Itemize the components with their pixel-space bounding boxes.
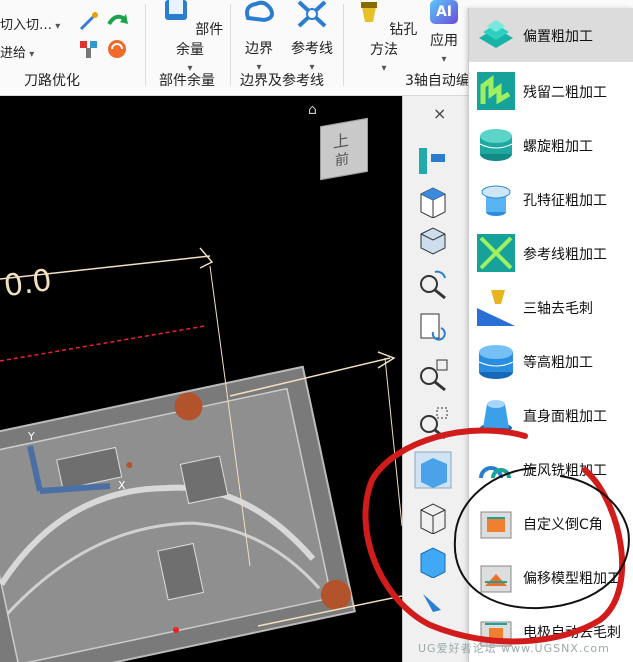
cut-in-item[interactable]: 切入切… ▾: [0, 14, 60, 33]
menu-item-custom-chamfer[interactable]: 自定义倒C角: [469, 496, 633, 550]
roughing-strategy-dropdown: 偏置粗加工 残留二粗加工 螺旋粗加工 孔特征粗加工 参考线粗加工 三轴去毛刺 等…: [468, 8, 633, 662]
divider: [145, 4, 146, 86]
rotate-zoom-icon[interactable]: [415, 266, 449, 300]
parts-remaining-icon: [164, 0, 187, 20]
pin-icon[interactable]: [415, 590, 449, 624]
spiral-rough-icon: [479, 129, 513, 161]
watermark: UG爱好者论坛 www.UGSNX.com: [418, 642, 610, 655]
divider: [230, 4, 231, 86]
dimension-label: 0.0: [1, 262, 54, 305]
arrow-curve-icon[interactable]: [106, 10, 130, 32]
parts-remaining-button[interactable]: 部件余量 ▾: [156, 0, 224, 75]
menu-item-3axis-deburr[interactable]: 三轴去毛刺: [469, 280, 633, 334]
hole-feature-icon: [481, 185, 511, 216]
menu-item-rest-rough[interactable]: 残留二粗加工: [469, 64, 633, 118]
divider: [343, 4, 344, 86]
menu-item-refline-rough[interactable]: 参考线粗加工: [469, 226, 633, 280]
reference-line-icon: [297, 0, 327, 28]
drill-icon: [360, 2, 377, 22]
group-label-parts-remaining: 部件余量: [159, 73, 215, 89]
graphics-viewport[interactable]: 0.0 Y X ⌂ 上 前: [0, 96, 402, 662]
apply-button[interactable]: AI 应用 ▾: [424, 0, 464, 66]
menu-item-offset-model-rough[interactable]: 偏移模型粗加工: [469, 550, 633, 604]
close-icon[interactable]: ×: [433, 104, 446, 123]
tool-holder-icon[interactable]: [78, 38, 100, 60]
group-label-toolpath-opt: 刀路优化: [24, 73, 80, 89]
menu-item-zlevel-rough[interactable]: 等高粗加工: [469, 334, 633, 388]
axis-y-label: Y: [28, 430, 35, 443]
refline-rough-icon: [477, 234, 515, 272]
view-cube[interactable]: 上 前: [320, 117, 368, 181]
wand-icon[interactable]: [78, 10, 100, 32]
deburr-icon: [477, 290, 515, 326]
menu-item-hole-feature-rough[interactable]: 孔特征粗加工: [469, 172, 633, 226]
group-label-3axis: 3轴自动编: [405, 73, 470, 89]
spiral-icon[interactable]: [106, 38, 128, 60]
feed-item[interactable]: 进给 ▾: [0, 42, 34, 61]
menu-item-spiral-rough[interactable]: 螺旋粗加工: [469, 118, 633, 172]
tool-view-icon[interactable]: [415, 144, 449, 178]
shaded-box-icon[interactable]: [415, 224, 449, 258]
refresh-page-icon[interactable]: [415, 310, 449, 344]
reference-line-button[interactable]: 参考线 ▾: [286, 0, 338, 74]
axis-x-label: X: [118, 479, 126, 492]
boundary-button[interactable]: 边界 ▾: [236, 0, 282, 74]
solid-cube-icon[interactable]: [413, 450, 453, 490]
rest-rough-icon: [477, 72, 515, 110]
group-label-boundary-refline: 边界及参考线: [240, 73, 324, 89]
home-icon[interactable]: ⌂: [308, 102, 317, 118]
menu-item-whirlwind-rough[interactable]: 旋风铣粗加工: [469, 442, 633, 496]
offset-rough-icon: [479, 20, 513, 48]
chamfer-icon: [480, 511, 512, 539]
zoom-fit-icon[interactable]: [415, 358, 449, 392]
wire-cube-icon[interactable]: [415, 500, 449, 534]
zlevel-rough-icon: [478, 345, 514, 379]
straight-wall-icon: [480, 400, 512, 433]
boundary-icon: [245, 0, 274, 23]
drill-method-button[interactable]: 钻孔方法 ▾: [350, 0, 418, 75]
view-toolbar: ×: [402, 96, 465, 662]
view-cube-front: 前: [335, 151, 349, 170]
zoom-window-icon[interactable]: [415, 406, 449, 440]
menu-item-offset-rough[interactable]: 偏置粗加工: [469, 8, 633, 62]
menu-item-straight-wall-rough[interactable]: 直身面粗加工: [469, 388, 633, 442]
blue-cube-icon[interactable]: [415, 544, 449, 578]
offset-model-icon: [480, 565, 512, 593]
ai-icon: AI: [430, 0, 458, 24]
wireframe-box-icon[interactable]: [415, 184, 449, 218]
cad-model-view: [0, 247, 402, 662]
whirlwind-icon: [479, 466, 511, 479]
